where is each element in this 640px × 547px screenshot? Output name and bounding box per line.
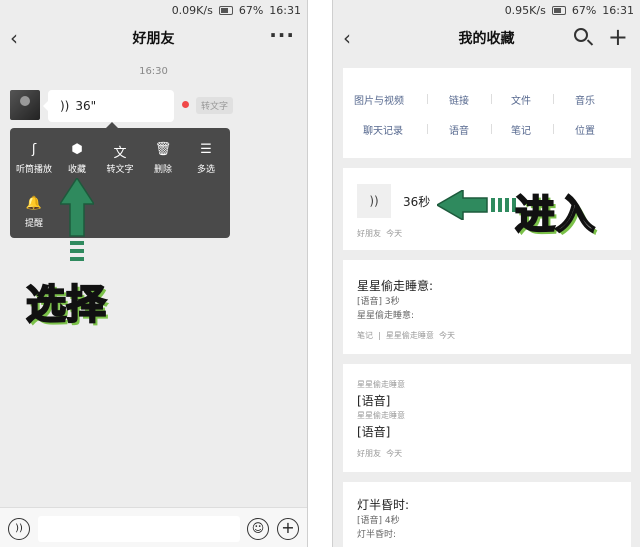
category-files[interactable]: 文件 <box>485 92 557 107</box>
to-text-chip[interactable]: 转文字 <box>196 97 234 114</box>
ear-icon: ʃ <box>31 142 37 157</box>
item-tag: 笔记 <box>357 331 373 340</box>
category-photos[interactable]: 图片与视频 <box>343 92 415 107</box>
add-icon[interactable]: + <box>608 23 628 51</box>
meta-separator: | <box>378 331 381 340</box>
favorite-item-chat[interactable]: 星星偷走睡意 [语音] 星星偷走睡意 [语音] 好朋友 今天 <box>343 364 631 472</box>
item-line: 星星偷走睡意: <box>357 311 415 321</box>
voice-message-bubble[interactable]: )) 36" <box>43 90 174 122</box>
cube-icon: ⬢ <box>71 142 83 157</box>
chat-timestamp: 16:30 <box>139 66 168 77</box>
signal-icon <box>218 5 233 15</box>
item-title: 星星偷走睡意: <box>357 279 434 293</box>
menu-item-to-text[interactable]: 文 转文字 <box>98 142 142 175</box>
voice-wave-icon: )) <box>357 184 391 218</box>
favorite-item-note[interactable]: 星星偷走睡意: [语音] 3秒 星星偷走睡意: 笔记 | 星星偷走睡意 今天 <box>343 260 631 354</box>
menu-item-delete[interactable]: 🗑 删除 <box>141 142 185 175</box>
avatar[interactable] <box>10 90 40 120</box>
voice-duration: 36" <box>75 99 97 113</box>
annotation-enter: 进入 <box>514 191 596 239</box>
item-source: 星星偷走睡意 <box>385 331 434 340</box>
item-date: 今天 <box>438 331 455 340</box>
clock: 16:31 <box>269 3 301 17</box>
text-icon: 文 <box>113 146 127 161</box>
menu-label: 删除 <box>153 165 172 175</box>
menu-label: 提醒 <box>24 219 43 229</box>
item-line: [语音] 3秒 <box>357 297 400 307</box>
item-sender: 星星偷走睡意 <box>357 411 405 420</box>
back-icon[interactable]: ‹ <box>343 26 351 50</box>
menu-label: 收藏 <box>67 165 86 175</box>
signal-icon <box>551 5 566 15</box>
item-line: [语音] <box>357 394 391 408</box>
status-bar: 0.95K/s 67% 16:31 <box>333 0 640 20</box>
status-bar: 0.09K/s 67% 16:31 <box>0 0 307 20</box>
item-line: [语音] 4秒 <box>357 516 400 526</box>
message-input[interactable] <box>38 516 240 542</box>
category-chats[interactable]: 聊天记录 <box>347 122 419 137</box>
network-speed: 0.95K/s <box>504 3 546 17</box>
unread-dot <box>182 101 189 108</box>
context-menu: ʃ 听筒播放 ⬢ 收藏 文 转文字 🗑 删除 ☰ 多选 🔔 提醒 <box>10 122 230 238</box>
category-grid: 图片与视频 链接 文件 音乐 聊天记录 语音 笔记 位置 <box>343 68 631 158</box>
arrow-left-icon <box>437 190 516 220</box>
item-line: 灯半昏时: <box>357 530 397 540</box>
item-source: 好朋友 <box>357 449 381 458</box>
chat-screen: 0.09K/s 67% 16:31 ‹ 好朋友 ··· 16:30 )) 36"… <box>0 0 308 547</box>
menu-item-remind[interactable]: 🔔 提醒 <box>12 196 56 229</box>
arrow-up-icon <box>60 178 94 261</box>
more-icon[interactable]: ··· <box>269 23 295 47</box>
annotation-select: 选择 <box>25 281 107 329</box>
item-meta: 笔记 | 星星偷走睡意 今天 <box>357 330 455 341</box>
back-icon[interactable]: ‹ <box>10 26 18 50</box>
clock: 16:31 <box>602 3 634 17</box>
battery-level: 67% <box>238 3 264 17</box>
menu-label: 听筒播放 <box>15 165 52 175</box>
item-title: 灯半昏时: <box>357 498 410 512</box>
menu-item-favorite[interactable]: ⬢ 收藏 <box>55 142 99 175</box>
favorites-header: ‹ 我的收藏 + <box>333 20 640 56</box>
list-icon: ☰ <box>200 142 212 157</box>
item-line: [语音] <box>357 425 391 439</box>
item-date: 今天 <box>386 229 403 238</box>
page-title: 我的收藏 <box>458 31 515 47</box>
plus-icon[interactable]: + <box>277 518 299 540</box>
input-bar: )) ☺ + <box>0 507 307 547</box>
battery-level: 67% <box>571 3 597 17</box>
item-date: 今天 <box>386 449 403 458</box>
emoji-icon[interactable]: ☺ <box>247 518 269 540</box>
favorite-item-note-2[interactable]: 灯半昏时: [语音] 4秒 灯半昏时: <box>343 482 631 547</box>
network-speed: 0.09K/s <box>171 3 213 17</box>
favorites-screen: 0.95K/s 67% 16:31 ‹ 我的收藏 + 图片与视频 链接 文件 音… <box>332 0 640 547</box>
menu-item-earpiece[interactable]: ʃ 听筒播放 <box>12 142 56 175</box>
voice-length: 36秒 <box>403 195 431 209</box>
voice-input-icon[interactable]: )) <box>8 518 30 540</box>
menu-item-multiselect[interactable]: ☰ 多选 <box>184 142 228 175</box>
voice-wave-icon: )) <box>60 99 70 113</box>
item-source: 好朋友 <box>357 229 381 238</box>
category-notes[interactable]: 笔记 <box>485 122 557 137</box>
item-meta: 好朋友 今天 <box>357 448 402 459</box>
search-icon[interactable] <box>574 28 588 42</box>
category-music[interactable]: 音乐 <box>549 92 621 107</box>
menu-label: 转文字 <box>106 165 134 175</box>
chat-header: ‹ 好朋友 ··· <box>0 20 307 56</box>
menu-label: 多选 <box>196 165 215 175</box>
category-location[interactable]: 位置 <box>549 122 621 137</box>
trash-icon: 🗑 <box>154 142 172 157</box>
item-meta: 好朋友 今天 <box>357 228 402 239</box>
bell-icon: 🔔 <box>25 196 43 211</box>
item-sender: 星星偷走睡意 <box>357 380 405 389</box>
chat-title: 好朋友 <box>132 31 175 47</box>
